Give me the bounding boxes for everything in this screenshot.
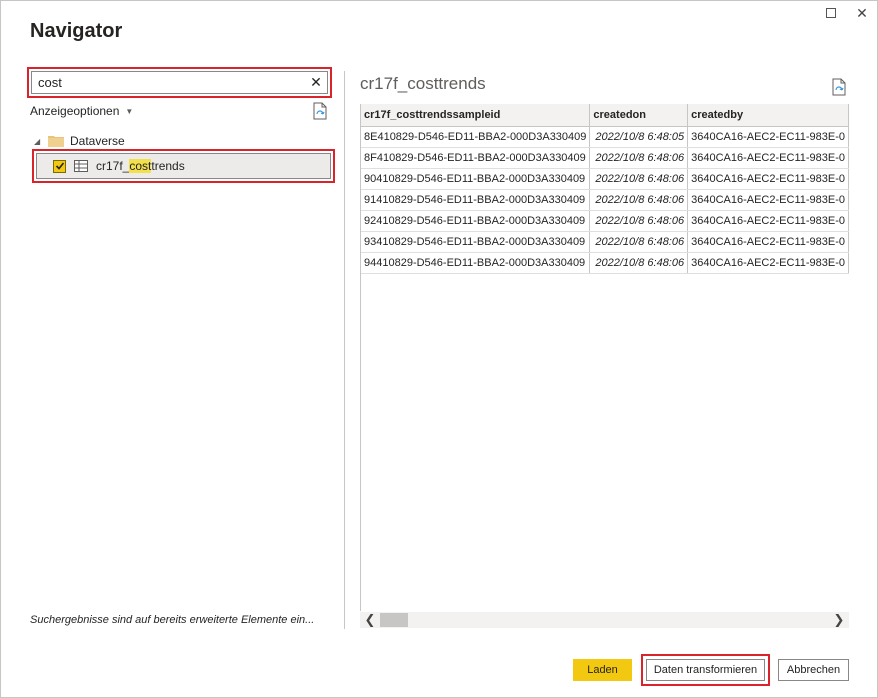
scroll-left-icon[interactable]: ❮ xyxy=(360,612,380,628)
pane-divider[interactable] xyxy=(344,71,345,629)
table-row: 8F410829-D546-ED11-BBA2-000D3A330409 2022… xyxy=(361,147,849,169)
tree-folder-dataverse[interactable]: ◢ Dataverse xyxy=(34,132,125,150)
table-header-row: cr17f_costtrendssampleid createdon created… xyxy=(361,104,849,127)
table-icon xyxy=(74,160,88,172)
search-results-note: Suchergebnisse sind auf bereits erweiter… xyxy=(30,614,315,626)
search-highlight-box: ✕ xyxy=(27,67,332,98)
scroll-right-icon[interactable]: ❯ xyxy=(829,612,849,628)
display-options-dropdown[interactable]: Anzeigeoptionen ▼ xyxy=(30,104,133,118)
column-header[interactable]: createdon xyxy=(589,104,689,127)
table-cell: 2022/10/8 6:48:06 xyxy=(589,231,689,253)
preview-refresh-icon[interactable] xyxy=(831,78,847,96)
table-cell: 92410829-D546-ED11-BBA2-000D3A330409 xyxy=(361,210,591,232)
table-cell: 3640CA16-AEC2-EC11-983E-0 xyxy=(687,210,849,232)
table-row: 94410829-D546-ED11-BBA2-000D3A330409 2022… xyxy=(361,252,849,274)
tree-item-label-prefix: cr17f_ xyxy=(96,159,130,173)
folder-icon xyxy=(48,136,64,147)
transform-data-button[interactable]: Daten transformieren xyxy=(646,659,765,681)
table-cell: 94410829-D546-ED11-BBA2-000D3A330409 xyxy=(361,252,591,274)
table-cell: 2022/10/8 6:48:06 xyxy=(589,168,689,190)
table-row: 91410829-D546-ED11-BBA2-000D3A330409 2022… xyxy=(361,189,849,211)
collapse-triangle-icon[interactable]: ◢ xyxy=(34,137,42,146)
table-row: 90410829-D546-ED11-BBA2-000D3A330409 2022… xyxy=(361,168,849,190)
table-cell: 2022/10/8 6:48:06 xyxy=(589,189,689,211)
display-options-label: Anzeigeoptionen xyxy=(30,104,120,118)
close-icon: ✕ xyxy=(856,4,868,21)
horizontal-scrollbar[interactable]: ❮ ❯ xyxy=(360,612,849,628)
maximize-button[interactable] xyxy=(823,5,839,21)
column-header[interactable]: createdby xyxy=(687,104,849,127)
tree-item-highlight-box: cr17f_costtrends xyxy=(32,149,335,183)
refresh-icon[interactable] xyxy=(312,102,328,120)
tree-item-label-suffix: trends xyxy=(151,159,185,173)
table-cell: 8E410829-D546-ED11-BBA2-000D3A330409 xyxy=(361,126,591,148)
close-button[interactable]: ✕ xyxy=(854,5,870,21)
tree-item-label: cr17f_costtrends xyxy=(96,159,185,173)
maximize-icon xyxy=(826,8,836,18)
table-cell: 93410829-D546-ED11-BBA2-000D3A330409 xyxy=(361,231,591,253)
search-box: ✕ xyxy=(31,71,328,94)
preview-table-container: cr17f_costtrendssampleid createdon created… xyxy=(360,104,849,611)
table-cell: 8F410829-D546-ED11-BBA2-000D3A330409 xyxy=(361,147,591,169)
clear-search-icon[interactable]: ✕ xyxy=(305,74,327,91)
table-row: 93410829-D546-ED11-BBA2-000D3A330409 2022… xyxy=(361,231,849,253)
table-cell: 3640CA16-AEC2-EC11-983E-0 xyxy=(687,252,849,274)
tree-item-cr17f-costtrends[interactable]: cr17f_costtrends xyxy=(36,153,331,179)
item-checkbox[interactable] xyxy=(53,159,66,173)
preview-title: cr17f_costtrends xyxy=(360,74,486,93)
navigator-dialog: Navigator ✕ ✕ Anzeigeoptionen ▼ ◢ Datave… xyxy=(0,0,878,698)
chevron-down-icon: ▼ xyxy=(125,106,134,116)
load-button[interactable]: Laden xyxy=(573,659,632,681)
table-row: 8E410829-D546-ED11-BBA2-000D3A330409 2022… xyxy=(361,126,849,148)
transform-highlight-box: Daten transformieren xyxy=(641,654,770,686)
search-match-highlight: cost xyxy=(129,159,152,173)
checkmark-icon xyxy=(55,162,64,170)
table-cell: 3640CA16-AEC2-EC11-983E-0 xyxy=(687,189,849,211)
dialog-title: Navigator xyxy=(30,20,123,42)
table-cell: 3640CA16-AEC2-EC11-983E-0 xyxy=(687,231,849,253)
table-cell: 3640CA16-AEC2-EC11-983E-0 xyxy=(687,168,849,190)
table-cell: 90410829-D546-ED11-BBA2-000D3A330409 xyxy=(361,168,591,190)
table-cell: 2022/10/8 6:48:05 xyxy=(589,126,689,148)
search-input[interactable] xyxy=(32,75,305,90)
table-cell: 3640CA16-AEC2-EC11-983E-0 xyxy=(687,147,849,169)
table-cell: 91410829-D546-ED11-BBA2-000D3A330409 xyxy=(361,189,591,211)
folder-label: Dataverse xyxy=(70,134,125,148)
scroll-thumb[interactable] xyxy=(380,613,408,627)
cancel-button[interactable]: Abbrechen xyxy=(778,659,849,681)
table-row: 92410829-D546-ED11-BBA2-000D3A330409 2022… xyxy=(361,210,849,232)
table-cell: 3640CA16-AEC2-EC11-983E-0 xyxy=(687,126,849,148)
table-cell: 2022/10/8 6:48:06 xyxy=(589,147,689,169)
preview-table: cr17f_costtrendssampleid createdon created… xyxy=(361,104,849,274)
table-cell: 2022/10/8 6:48:06 xyxy=(589,210,689,232)
column-header[interactable]: cr17f_costtrendssampleid xyxy=(361,104,591,127)
table-cell: 2022/10/8 6:48:06 xyxy=(589,252,689,274)
